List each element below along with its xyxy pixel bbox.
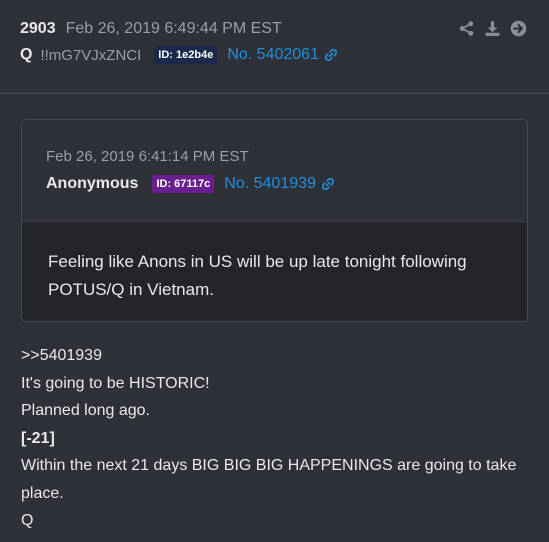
quoted-post: Feb 26, 2019 6:41:14 PM EST Anonymous ID…: [21, 119, 528, 322]
quoted-post-timestamp: Feb 26, 2019 6:41:14 PM EST: [46, 148, 249, 165]
post-id-badge[interactable]: ID: 1e2b4e: [154, 46, 218, 64]
post-tripcode: !!mG7VJxZNCI: [40, 46, 142, 64]
quoted-post-text-line: Feeling like Anons in US will be up late…: [48, 252, 467, 271]
post-author: Q: [20, 46, 33, 63]
reply-reference-link[interactable]: >>5401939: [21, 342, 531, 370]
link-icon[interactable]: [321, 177, 335, 191]
post-signature: Q: [21, 512, 34, 529]
quoted-post-id-badge[interactable]: ID: 67117c: [152, 175, 215, 193]
share-icon[interactable]: [458, 20, 475, 37]
post-body: >>5401939 It's going to be HISTORIC! Pla…: [21, 342, 531, 535]
post-text-line: It's going to be HISTORIC!: [21, 374, 210, 392]
quoted-post-author: Anonymous: [46, 175, 139, 192]
quoted-post-body: Feeling like Anons in US will be up late…: [22, 221, 527, 321]
link-icon[interactable]: [324, 48, 338, 62]
post-link[interactable]: No. 5402061: [227, 46, 338, 64]
quoted-post-link[interactable]: No. 5401939: [224, 175, 335, 193]
quoted-post-link-label[interactable]: No. 5401939: [224, 175, 316, 193]
post-header: 2903 Feb 26, 2019 6:49:44 PM EST Q !!mG7…: [0, 0, 549, 94]
quoted-post-header: Feb 26, 2019 6:41:14 PM EST Anonymous ID…: [22, 120, 527, 221]
arrow-right-circle-icon[interactable]: [510, 20, 527, 37]
post-text-line: Within the next 21 days BIG BIG BIG HAPP…: [21, 457, 517, 502]
quoted-post-text-line: POTUS/Q in Vietnam.: [48, 280, 214, 299]
post-link-label[interactable]: No. 5402061: [227, 46, 319, 64]
post-timestamp: Feb 26, 2019 6:49:44 PM EST: [65, 20, 282, 37]
post-number: 2903: [20, 20, 56, 37]
download-icon[interactable]: [484, 20, 501, 37]
post-actions: [458, 20, 527, 37]
post-text-line: Planned long ago.: [21, 402, 150, 419]
post-text-bold-line: [-21]: [21, 429, 55, 447]
